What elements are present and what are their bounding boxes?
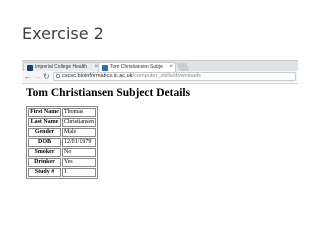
row-label: Smoker bbox=[28, 148, 61, 157]
address-bar[interactable]: cscsc.bioinformatics.ic.ac.uk/computer_s… bbox=[53, 72, 296, 81]
row-value: 1 bbox=[62, 168, 96, 177]
row-label: Gender bbox=[28, 128, 61, 137]
row-label: DOB bbox=[28, 138, 61, 147]
row-value: Male bbox=[62, 128, 96, 137]
browser-window: Imperial College Health × Tom Christians… bbox=[22, 60, 298, 228]
tab-close-icon[interactable]: × bbox=[169, 63, 173, 72]
url-path: /computer_skills/downloads bbox=[132, 73, 201, 79]
page-content: Tom Christiansen Subject Details First N… bbox=[22, 84, 298, 228]
row-value: Yes bbox=[62, 158, 96, 167]
table-row: Last Name Christiansen bbox=[28, 118, 96, 127]
url-host: cscsc.bioinformatics.ic.ac.uk bbox=[62, 73, 133, 79]
table-row: Smoker No bbox=[28, 148, 96, 157]
table-row: Drinker Yes bbox=[28, 158, 96, 167]
back-arrow-icon[interactable]: ← bbox=[24, 72, 32, 82]
table-row: First Name Thomas bbox=[28, 108, 96, 117]
page-heading: Tom Christiansen Subject Details bbox=[26, 87, 191, 99]
page-info-icon[interactable] bbox=[56, 73, 60, 78]
new-tab-button[interactable] bbox=[176, 63, 190, 71]
browser-toolbar: ← → ↻ cscsc.bioinformatics.ic.ac.uk/comp… bbox=[22, 71, 298, 84]
row-value: Thomas bbox=[62, 108, 96, 117]
table-row: Study #1 bbox=[28, 168, 96, 177]
row-label: First Name bbox=[28, 108, 61, 117]
row-value: No bbox=[62, 148, 96, 157]
row-label: Study # bbox=[28, 168, 61, 177]
tab-subject-details[interactable]: Tom Christiansen Subje × bbox=[98, 62, 176, 72]
row-value: 12/01/1979 bbox=[62, 138, 96, 147]
page-favicon-icon bbox=[102, 65, 108, 71]
row-value: Christiansen bbox=[62, 118, 96, 127]
tab-label: Tom Christiansen Subje bbox=[110, 64, 163, 70]
slide-title: Exercise 2 bbox=[22, 24, 104, 43]
row-label: Drinker bbox=[28, 158, 61, 167]
reload-icon[interactable]: ↻ bbox=[43, 72, 50, 82]
table-row: Gender Male bbox=[28, 128, 96, 137]
subject-details-table: First Name Thomas Last Name Christiansen G… bbox=[26, 106, 98, 179]
row-label: Last Name bbox=[28, 118, 61, 127]
tab-label: Imperial College Health bbox=[35, 64, 87, 70]
table-row: DOB 12/01/1979 bbox=[28, 138, 96, 147]
forward-arrow-icon[interactable]: → bbox=[33, 72, 41, 82]
